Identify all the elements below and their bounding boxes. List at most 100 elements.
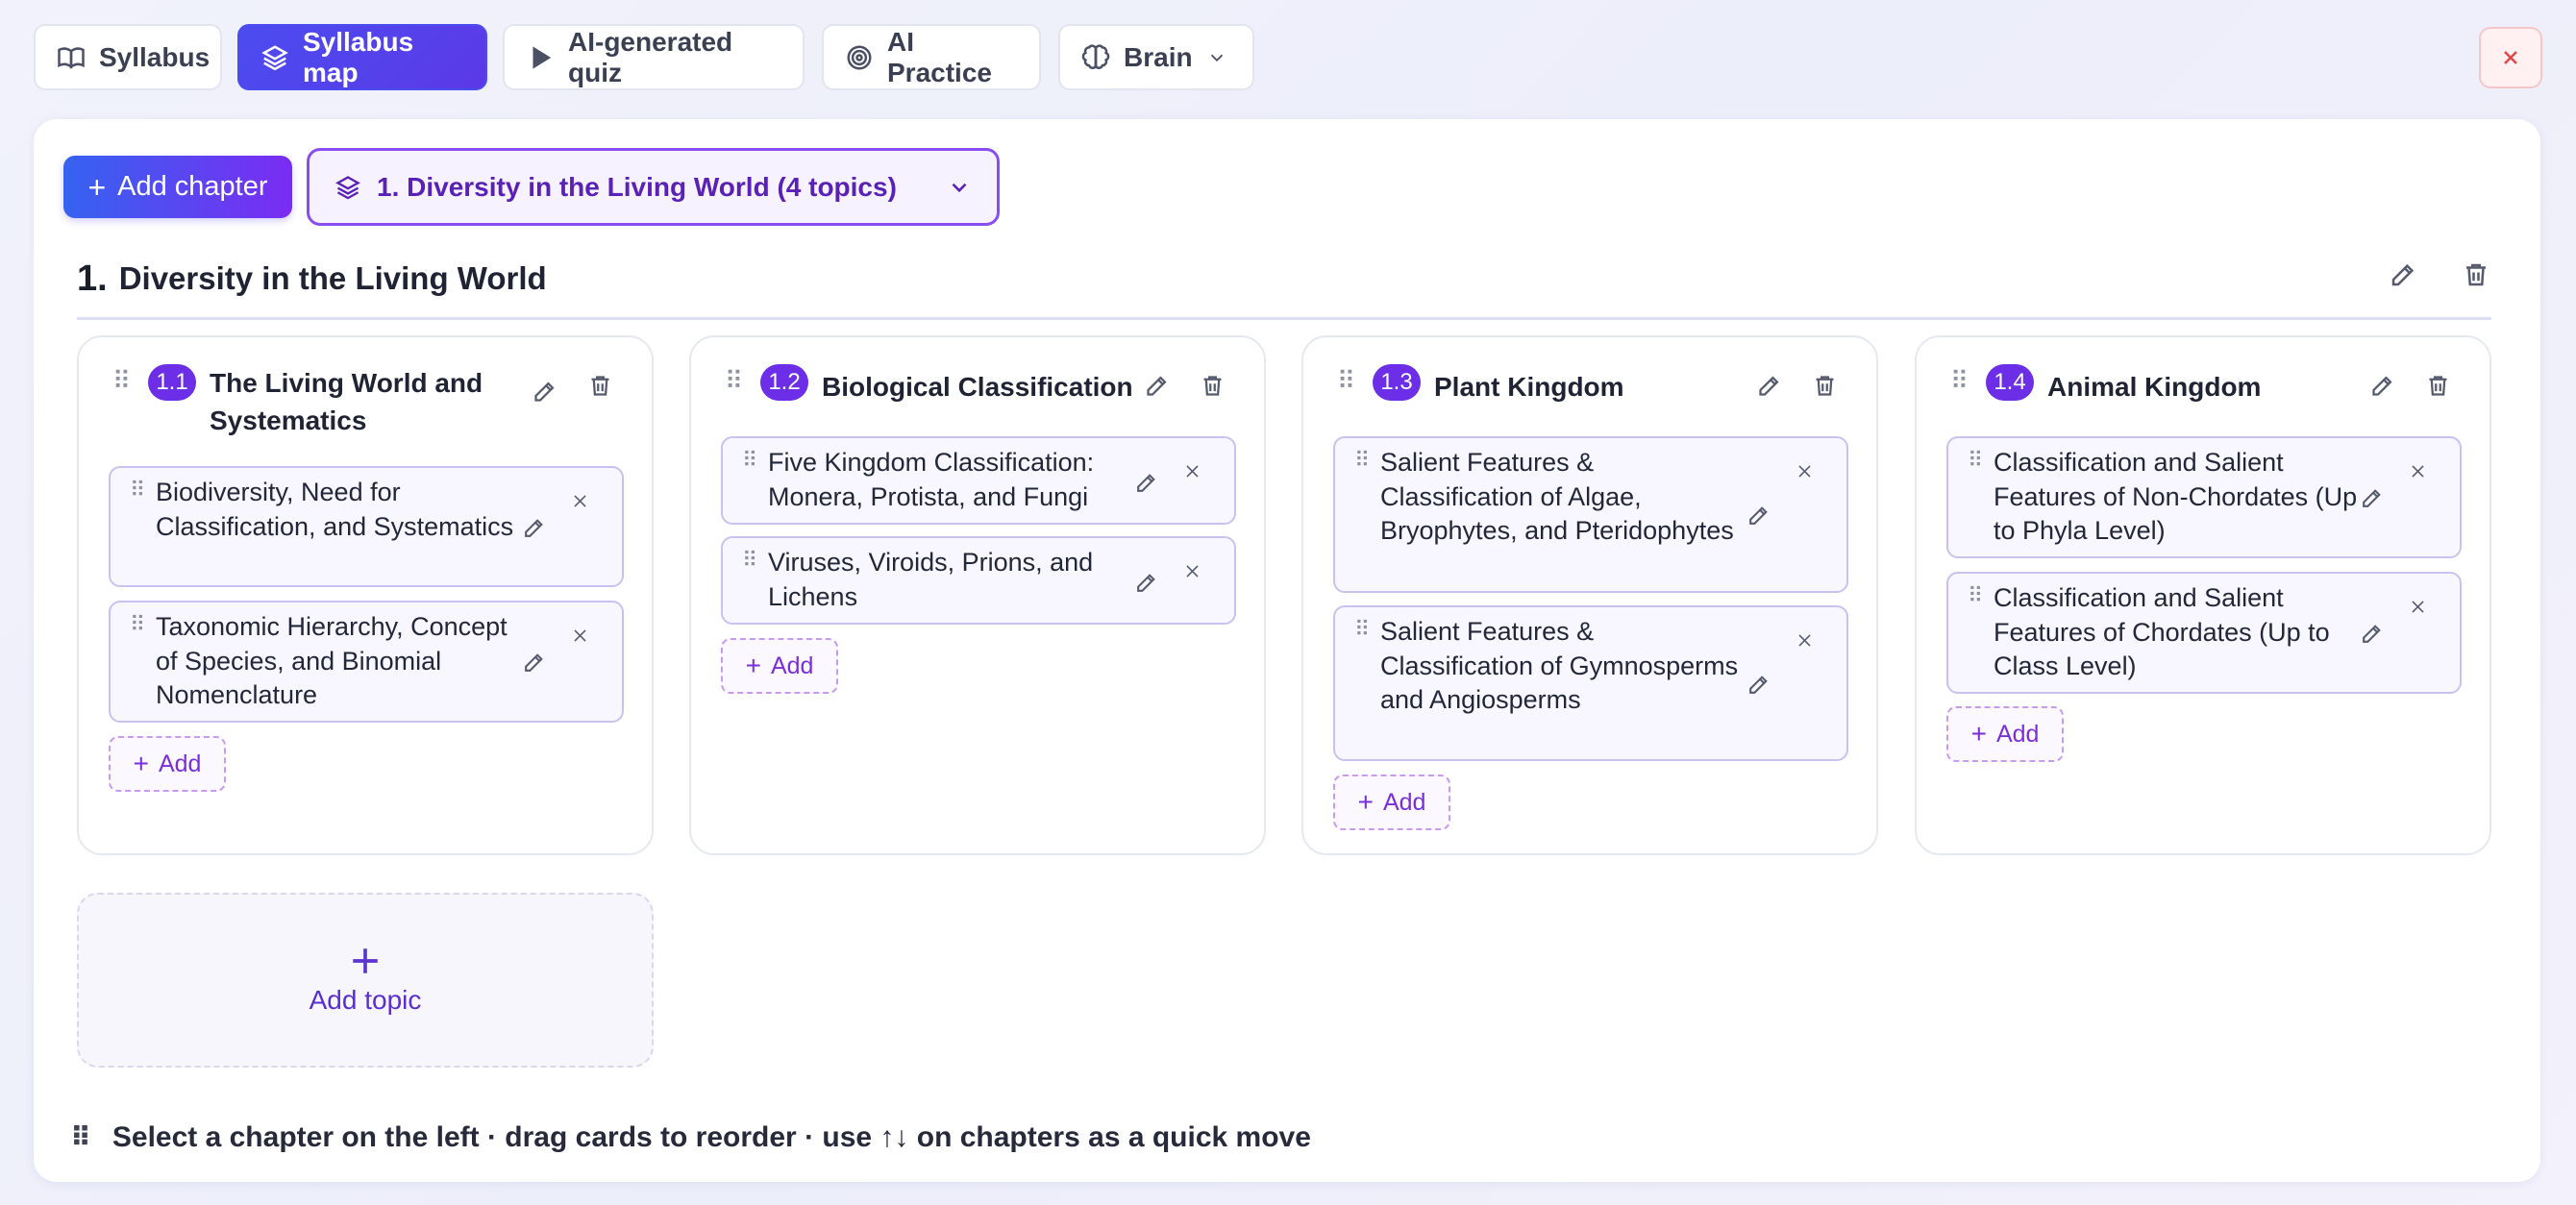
edit-subtopic-button[interactable] [2356,482,2387,513]
remove-subtopic-button[interactable] [2402,591,2433,622]
delete-topic-button[interactable] [1809,370,1840,401]
subtopic-card[interactable]: ⠿ Salient Features & Classification of G… [1333,605,1848,761]
tab-syllabus[interactable]: Syllabus [34,24,222,90]
edit-topic-button[interactable] [529,376,559,406]
subtopic-text: Viruses, Viroids, Prions, and Lichens [768,548,1094,611]
topic-card[interactable]: ⠿ 1.2 Biological Classification ⠿ Five K… [689,335,1266,855]
delete-topic-button[interactable] [584,370,615,401]
remove-subtopic-button[interactable] [1177,455,1207,486]
delete-topic-button[interactable] [2422,370,2453,401]
close-icon [2499,46,2522,69]
drag-handle-icon[interactable]: ⠿ [130,614,145,635]
close-icon [2409,462,2427,480]
edit-subtopic-button[interactable] [518,512,549,543]
topic-title: The Living World and Systematics [210,368,483,435]
topic-title: Plant Kingdom [1434,372,1624,402]
plus-icon [349,945,382,977]
layers-icon [334,174,361,201]
edit-subtopic-button[interactable] [1743,500,1773,530]
drag-handle-icon[interactable]: ⠿ [1968,585,1983,606]
delete-chapter-button[interactable] [2461,259,2491,290]
drag-handle-icon[interactable]: ⠿ [725,368,743,393]
add-chapter-label: Add chapter [117,171,268,202]
edit-subtopic-button[interactable] [1130,467,1161,498]
subtopic-card[interactable]: ⠿ Classification and Salient Features of… [1946,572,2462,694]
pencil-icon [2369,373,2395,399]
drag-handle-icon[interactable]: ⠿ [112,368,131,393]
remove-subtopic-button[interactable] [1177,555,1207,586]
edit-chapter-button[interactable] [2388,259,2418,290]
subtopic-text: Classification and Salient Features of N… [1994,448,2358,545]
subtopic-card[interactable]: ⠿ Viruses, Viroids, Prions, and Lichens [721,536,1236,625]
drag-handle-icon[interactable]: ⠿ [742,450,757,471]
edit-subtopic-button[interactable] [1743,669,1773,700]
topic-title: Animal Kingdom [2047,372,2262,402]
close-icon [571,492,589,510]
trash-icon [1200,373,1226,399]
tab-label: Syllabus map [303,26,414,87]
drag-handle-icon: ⠿ [70,1122,91,1152]
drag-handle-icon[interactable]: ⠿ [1354,450,1370,471]
drag-handle-icon[interactable]: ⠿ [742,550,757,571]
tab-brain[interactable]: Brain [1058,24,1254,90]
add-subtopic-button[interactable]: + Add [109,736,226,792]
pencil-icon [2360,486,2384,510]
plus-icon: + [1970,719,1987,749]
subtopic-card[interactable]: ⠿ Classification and Salient Features of… [1946,436,2462,558]
close-icon [571,627,589,645]
topic-title: Biological Classification [822,372,1133,402]
add-subtopic-button[interactable]: + Add [1333,775,1450,830]
remove-subtopic-button[interactable] [1789,625,1820,655]
add-chapter-button[interactable]: + Add chapter [63,156,292,218]
pencil-icon [522,651,546,675]
close-icon [2409,598,2427,616]
topic-card[interactable]: ⠿ 1.4 Animal Kingdom ⠿ Classification an… [1915,335,2491,855]
subtopic-card[interactable]: ⠿ Five Kingdom Classification: Monera, P… [721,436,1236,525]
topic-card[interactable]: ⠿ 1.1 The Living World and Systematics ⠿… [77,335,654,855]
drag-handle-icon[interactable]: ⠿ [1337,368,1355,393]
drag-handle-icon[interactable]: ⠿ [1968,450,1983,471]
edit-topic-button[interactable] [1753,370,1784,401]
trash-icon [2425,373,2451,399]
close-button[interactable] [2479,27,2542,88]
subtopic-card[interactable]: ⠿ Biodiversity, Need for Classification,… [109,466,624,587]
remove-subtopic-button[interactable] [1789,455,1820,486]
chevron-down-icon [947,175,972,200]
add-subtopic-label: Add [158,750,202,777]
subtopic-card[interactable]: ⠿ Salient Features & Classification of A… [1333,436,1848,593]
book-icon [57,43,86,72]
subtopic-text: Five Kingdom Classification: Monera, Pro… [768,448,1095,511]
remove-subtopic-button[interactable] [564,485,595,516]
drag-handle-icon[interactable]: ⠿ [1950,368,1969,393]
add-topic-button[interactable]: Add topic [77,893,654,1068]
add-topic-label: Add topic [309,985,422,1015]
drag-handle-icon[interactable]: ⠿ [1354,619,1370,640]
edit-topic-button[interactable] [2366,370,2397,401]
edit-topic-button[interactable] [1141,370,1172,401]
close-icon [1183,562,1201,580]
add-subtopic-button[interactable]: + Add [721,638,838,694]
remove-subtopic-button[interactable] [2402,455,2433,486]
edit-subtopic-button[interactable] [1130,567,1161,598]
edit-subtopic-button[interactable] [518,647,549,677]
edit-subtopic-button[interactable] [2356,618,2387,649]
syllabus-map-panel: + Add chapter 1. Diversity in the Living… [34,119,2540,1182]
subtopic-text: Biodiversity, Need for Classification, a… [156,478,514,541]
tab-ai-generated-quiz[interactable]: AI-generated quiz [503,24,805,90]
tab-ai-practice[interactable]: AI Practice [822,24,1041,90]
add-subtopic-label: Add [770,652,814,679]
topic-number-badge: 1.2 [760,364,808,401]
pencil-icon [1746,673,1771,697]
pencil-icon [1134,471,1158,495]
add-subtopic-button[interactable]: + Add [1946,706,2064,762]
chapter-select[interactable]: 1. Diversity in the Living World (4 topi… [307,148,1000,226]
drag-handle-icon[interactable]: ⠿ [130,480,145,501]
delete-topic-button[interactable] [1197,370,1227,401]
top-tab-bar: Syllabus Syllabus map AI-generated quiz … [34,24,2542,91]
subtopic-card[interactable]: ⠿ Taxonomic Hierarchy, Concept of Specie… [109,601,624,723]
remove-subtopic-button[interactable] [564,620,595,651]
add-subtopic-label: Add [1995,720,2040,748]
hint-text: Select a chapter on the left · drag card… [111,1121,1311,1153]
tab-syllabus-map[interactable]: Syllabus map [237,24,487,90]
topic-card[interactable]: ⠿ 1.3 Plant Kingdom ⠿ Salient Features &… [1301,335,1878,855]
